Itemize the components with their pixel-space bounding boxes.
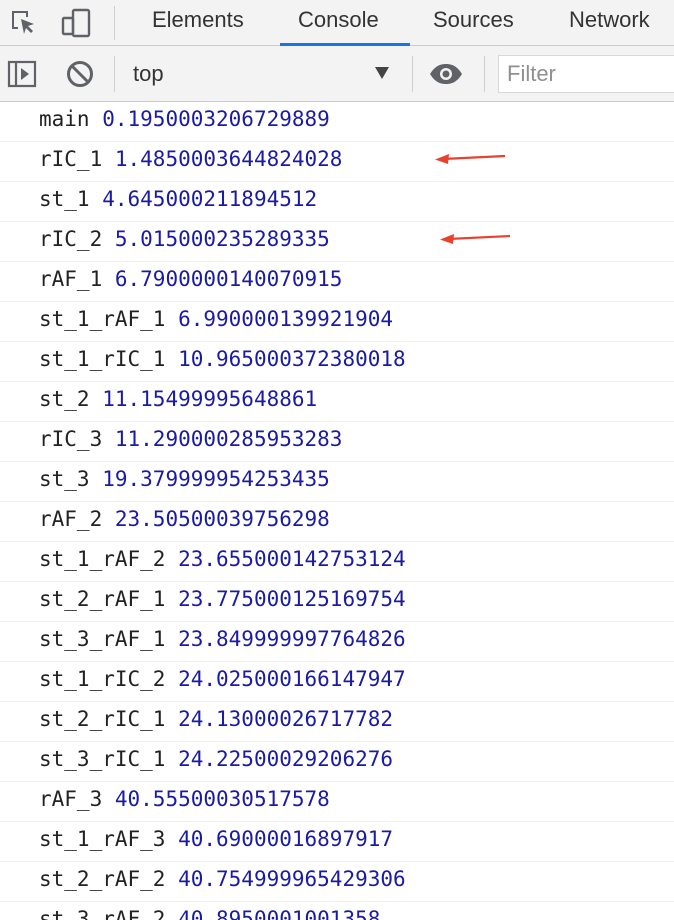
divider [114, 6, 115, 40]
log-label: st_1_rIC_1 [39, 347, 166, 371]
console-log-row: rAF_3 40.55500030517578 [0, 782, 674, 822]
log-label: rIC_1 [39, 147, 103, 171]
log-label: st_1 [39, 187, 90, 211]
log-value: 6.7900000140070915 [114, 267, 343, 291]
console-log-row: st_2_rAF_2 40.754999965429306 [0, 862, 674, 902]
log-label: st_3_rAF_2 [39, 907, 166, 920]
log-label: main [39, 107, 90, 131]
tab-console[interactable]: Console [298, 0, 379, 45]
log-label: st_2_rAF_1 [39, 587, 166, 611]
console-toolbar: top [0, 46, 674, 102]
console-log-row: st_1_rIC_1 10.965000372380018 [0, 342, 674, 382]
tab-sources[interactable]: Sources [433, 0, 514, 45]
console-log-row: st_3_rAF_1 23.849999997764826 [0, 622, 674, 662]
console-output: main 0.1950003206729889 rIC_1 1.485000364… [0, 102, 674, 920]
console-log-row: st_1_rAF_1 6.990000139921904 [0, 302, 674, 342]
devtools-tab-bar: Elements Console Sources Network [0, 0, 674, 46]
tab-elements[interactable]: Elements [152, 0, 244, 45]
device-toolbar-icon[interactable] [58, 0, 94, 46]
log-value: 11.15499995648861 [102, 387, 318, 411]
log-value: 40.754999965429306 [178, 867, 406, 891]
console-log-row: rAF_1 6.7900000140070915 [0, 262, 674, 302]
console-log-row: rIC_1 1.4850003644824028 [0, 142, 674, 182]
log-value: 40.8950001001358 [178, 907, 381, 920]
console-log-row: st_3_rAF_2 40.8950001001358 [0, 902, 674, 920]
console-log-row: main 0.1950003206729889 [0, 102, 674, 142]
console-log-row: st_2 11.15499995648861 [0, 382, 674, 422]
console-log-row: rIC_2 5.015000235289335 [0, 222, 674, 262]
context-selector[interactable]: top [133, 46, 164, 102]
annotation-arrow [435, 154, 506, 164]
console-log-row: st_2_rAF_1 23.775000125169754 [0, 582, 674, 622]
log-value: 24.025000166147947 [178, 667, 406, 691]
log-value: 24.22500029206276 [178, 747, 394, 771]
log-value: 5.015000235289335 [114, 227, 330, 251]
console-log-row: st_1 4.645000211894512 [0, 182, 674, 222]
log-value: 23.50500039756298 [114, 507, 330, 531]
log-label: st_3_rIC_1 [39, 747, 166, 771]
console-log-row: st_1_rAF_3 40.69000016897917 [0, 822, 674, 862]
console-log-row: st_1_rAF_2 23.655000142753124 [0, 542, 674, 582]
log-label: st_1_rAF_2 [39, 547, 166, 571]
divider [114, 56, 115, 92]
log-label: st_2_rIC_1 [39, 707, 166, 731]
divider [484, 56, 485, 92]
log-value: 23.849999997764826 [178, 627, 406, 651]
chevron-down-icon[interactable] [375, 67, 389, 79]
console-log-row: st_2_rIC_1 24.13000026717782 [0, 702, 674, 742]
console-log-row: rIC_3 11.290000285953283 [0, 422, 674, 462]
log-value: 4.645000211894512 [102, 187, 318, 211]
console-log-row: st_3 19.379999954253435 [0, 462, 674, 502]
log-label: rAF_2 [39, 507, 103, 531]
console-log-row: rAF_2 23.50500039756298 [0, 502, 674, 542]
log-value: 23.775000125169754 [178, 587, 406, 611]
log-value: 40.69000016897917 [178, 827, 394, 851]
clear-console-icon[interactable] [62, 46, 98, 102]
log-value: 11.290000285953283 [114, 427, 343, 451]
inspect-element-icon[interactable] [6, 0, 42, 46]
filter-input[interactable] [498, 55, 674, 93]
console-sidebar-icon[interactable] [4, 46, 40, 102]
log-label: st_1_rAF_3 [39, 827, 166, 851]
log-label: st_2_rAF_2 [39, 867, 166, 891]
log-value: 40.55500030517578 [114, 787, 330, 811]
log-label: rIC_2 [39, 227, 103, 251]
log-label: rAF_3 [39, 787, 103, 811]
log-label: st_3_rAF_1 [39, 627, 166, 651]
log-label: rIC_3 [39, 427, 103, 451]
console-log-row: st_3_rIC_1 24.22500029206276 [0, 742, 674, 782]
annotation-arrow [440, 234, 511, 244]
log-label: st_1_rIC_2 [39, 667, 166, 691]
log-label: st_3 [39, 467, 90, 491]
log-value: 6.990000139921904 [178, 307, 394, 331]
log-value: 24.13000026717782 [178, 707, 394, 731]
tab-network[interactable]: Network [569, 0, 650, 45]
log-value: 0.1950003206729889 [102, 107, 330, 131]
log-label: st_1_rAF_1 [39, 307, 166, 331]
log-label: st_2 [39, 387, 90, 411]
console-log-row: st_1_rIC_2 24.025000166147947 [0, 662, 674, 702]
divider [412, 56, 413, 92]
live-expression-icon[interactable] [426, 46, 466, 102]
log-value: 10.965000372380018 [178, 347, 406, 371]
log-value: 19.379999954253435 [102, 467, 330, 491]
log-label: rAF_1 [39, 267, 103, 291]
log-value: 23.655000142753124 [178, 547, 406, 571]
log-value: 1.4850003644824028 [114, 147, 343, 171]
